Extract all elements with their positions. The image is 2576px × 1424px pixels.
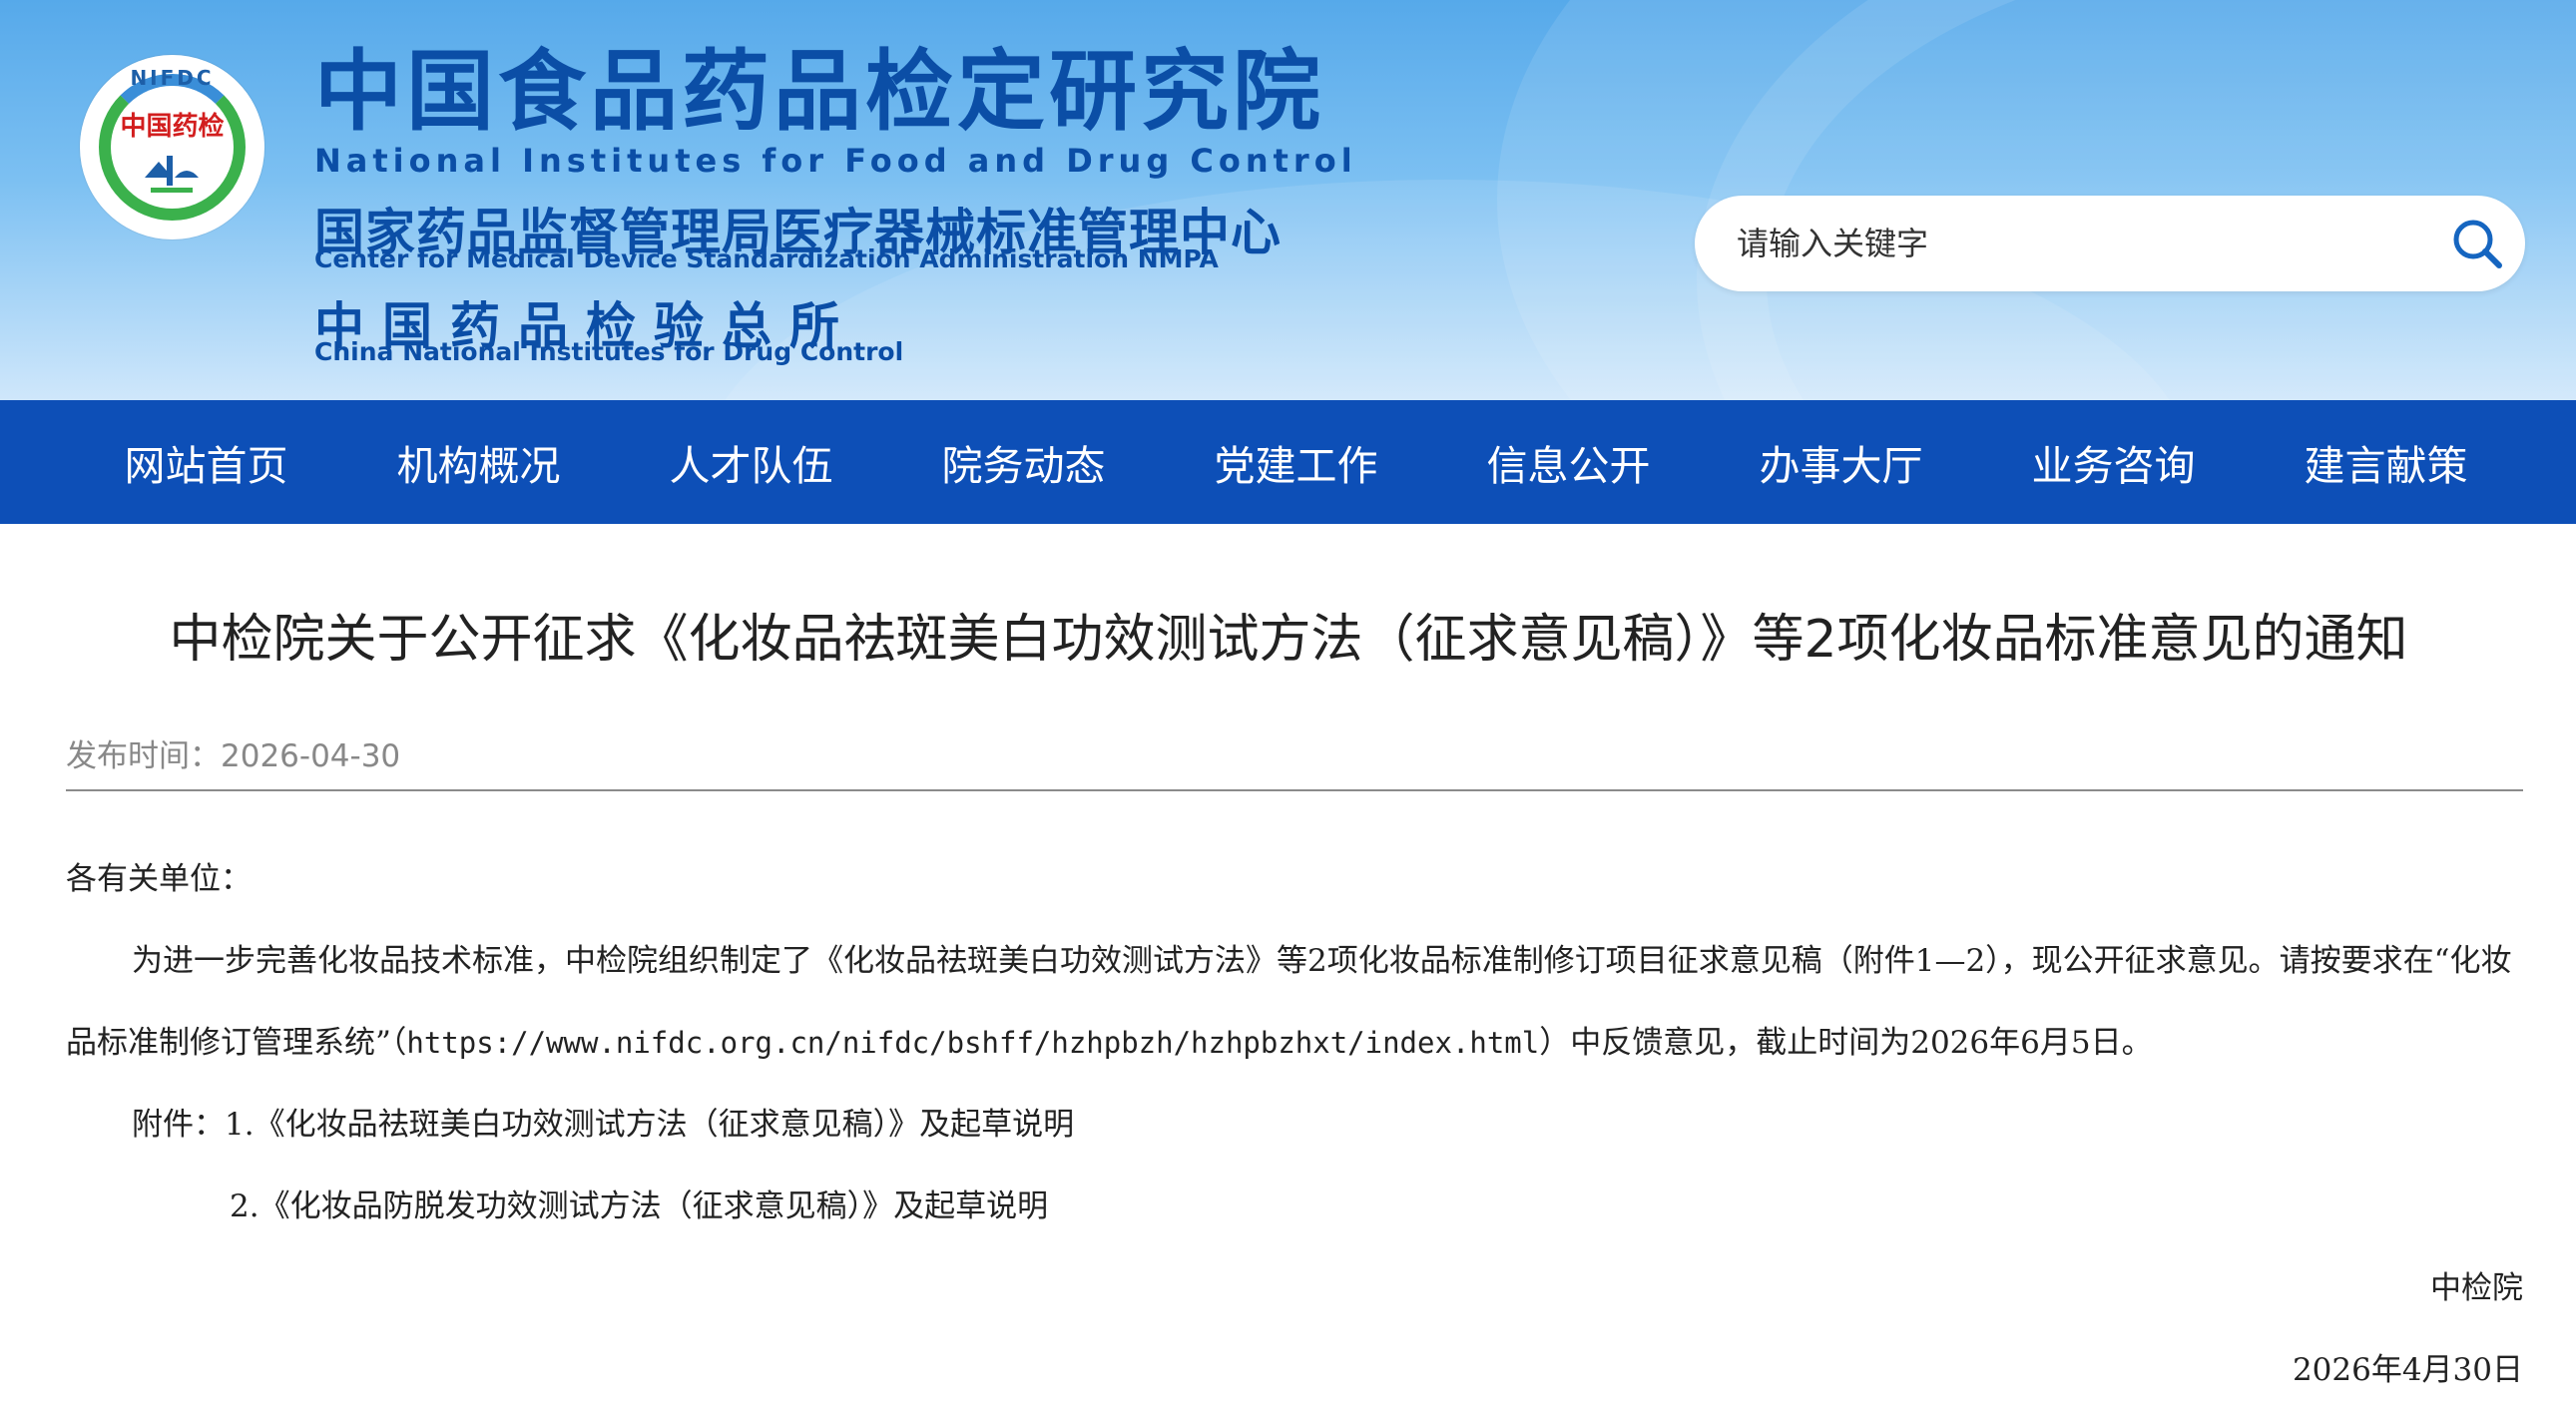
main-nav: 网站首页 机构概况 人才队伍 院务动态 党建工作 信息公开 办事大厅 业务咨询 …	[0, 400, 2576, 524]
attachment-line-1: 附件：1.《化妆品祛斑美白功效测试方法（征求意见稿）》及起草说明	[66, 1084, 2523, 1166]
paragraph-text: ）中反馈意见，截止时间为2026年6月5日。	[1539, 1025, 2153, 1061]
org-name-en: National Institutes for Food and Drug Co…	[314, 142, 1357, 180]
article-body: 各有关单位： 为进一步完善化妆品技术标准，中检院组织制定了《化妆品祛斑美白功效测…	[66, 838, 2523, 1411]
center-name-en: Center for Medical Device Standardizatio…	[314, 244, 1219, 273]
publish-label: 发布时间：	[66, 738, 221, 774]
org-name-cn: 中国食品药品检定研究院	[314, 40, 1325, 143]
inst-name-en: China National Institutes for Drug Contr…	[314, 337, 904, 366]
nifdc-logo[interactable]: NIFDC 中国药检	[80, 55, 264, 239]
paragraph-text: 为进一步完善化妆品技术标准，中检院组织制定了《化妆品祛斑美白功效测试方法》等2项…	[132, 943, 2372, 979]
publish-date: 2026-04-30	[221, 738, 401, 774]
site-header: NIFDC 中国药检 中国食品药品检定研究院 National Institut…	[0, 0, 2576, 400]
salutation: 各有关单位：	[66, 861, 252, 897]
nav-item-news[interactable]: 院务动态	[887, 432, 1160, 492]
signature-date: 2026年4月30日	[2292, 1352, 2523, 1388]
scale-icon	[145, 156, 199, 193]
nav-item-consult[interactable]: 业务咨询	[1977, 432, 2250, 492]
nav-item-talent[interactable]: 人才队伍	[615, 432, 887, 492]
attachment-link-1[interactable]: 1.《化妆品祛斑美白功效测试方法（征求意见稿）》及起草说明	[225, 1107, 1074, 1143]
search-icon[interactable]	[2429, 196, 2525, 291]
nav-item-party[interactable]: 党建工作	[1160, 432, 1432, 492]
nav-item-services[interactable]: 办事大厅	[1705, 432, 1977, 492]
system-url: https://www.nifdc.org.cn/nifdc/bshff/hzh…	[406, 1026, 1540, 1060]
body-paragraph: 为进一步完善化妆品技术标准，中检院组织制定了《化妆品祛斑美白功效测试方法》等2项…	[66, 920, 2523, 1084]
nav-item-home[interactable]: 网站首页	[70, 432, 342, 492]
article-title: 中检院关于公开征求《化妆品祛斑美白功效测试方法（征求意见稿）》等2项化妆品标准意…	[169, 610, 2408, 670]
logo-center-text: 中国药检	[120, 112, 225, 142]
nav-item-disclosure[interactable]: 信息公开	[1432, 432, 1705, 492]
nav-item-about[interactable]: 机构概况	[342, 432, 615, 492]
search-box	[1695, 196, 2525, 291]
search-input[interactable]	[1695, 196, 2429, 291]
attachment-link-2[interactable]: 2.《化妆品防脱发功效测试方法（征求意见稿）》及起草说明	[230, 1188, 1048, 1224]
attachment-label: 附件：	[132, 1107, 225, 1143]
signature: 中检院	[2430, 1270, 2523, 1306]
attachment-line-2: 2.《化妆品防脱发功效测试方法（征求意见稿）》及起草说明	[66, 1166, 2523, 1247]
divider	[66, 789, 2523, 791]
publish-info: 发布时间：2026-04-30	[66, 730, 400, 775]
nav-item-suggestions[interactable]: 建言献策	[2250, 432, 2522, 492]
logo-arc-text: NIFDC	[130, 66, 215, 90]
